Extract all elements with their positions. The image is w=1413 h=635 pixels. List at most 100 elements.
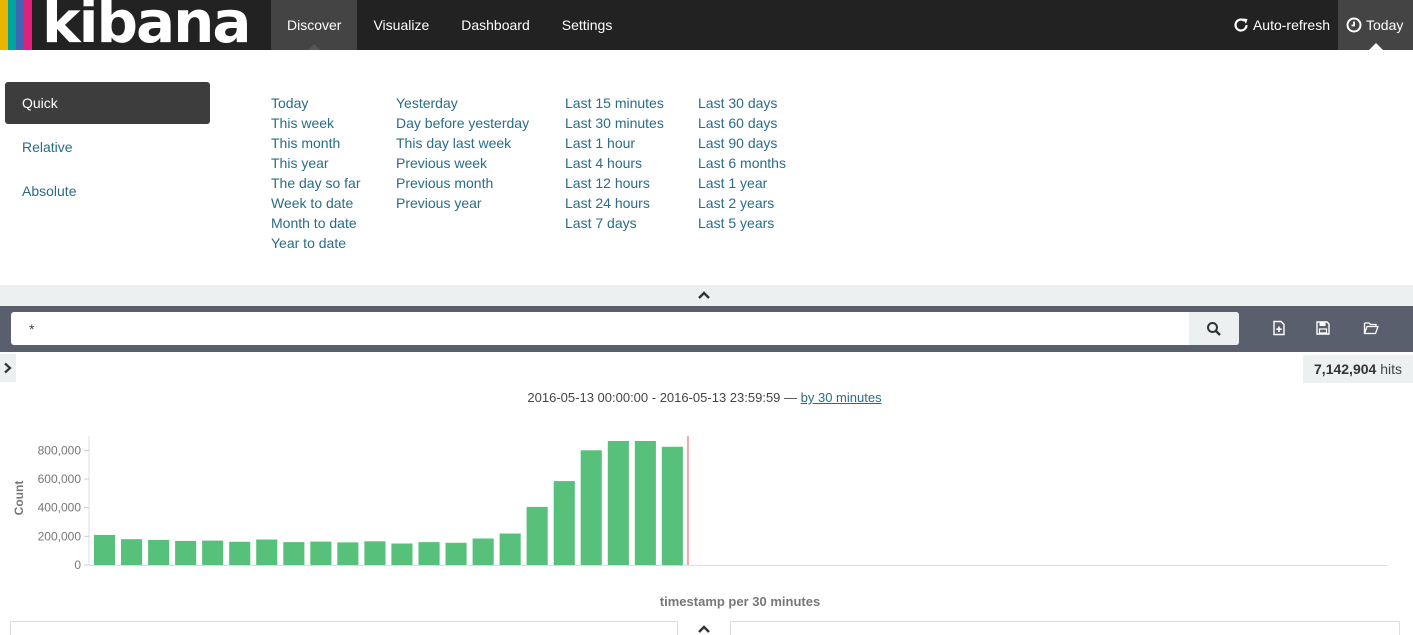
- quick-range-link[interactable]: Day before yesterday: [396, 113, 529, 133]
- quick-range-link[interactable]: Today: [271, 93, 361, 113]
- search-button[interactable]: [1189, 312, 1239, 345]
- chevron-up-icon[interactable]: [697, 623, 711, 633]
- quick-column-4: Last 30 days Last 60 days Last 90 days Last…: [698, 93, 786, 233]
- tab-dashboard[interactable]: Dashboard: [445, 0, 546, 50]
- histogram-bar[interactable]: [553, 481, 575, 565]
- time-picker-panel: Quick Relative Absolute Today This week This…: [0, 50, 1413, 285]
- save-search-icon[interactable]: [1315, 320, 1331, 336]
- quick-column-2: Yesterday Day before yesterday This day la…: [396, 93, 529, 213]
- search-icon: [1207, 321, 1221, 336]
- histogram-bar[interactable]: [310, 541, 332, 565]
- tab-visualize[interactable]: Visualize: [357, 0, 445, 50]
- chart-bars: [94, 436, 689, 566]
- logo-color-bars: [0, 0, 32, 50]
- quick-range-link[interactable]: Previous year: [396, 193, 529, 213]
- interval-link[interactable]: by 30 minutes: [801, 390, 882, 405]
- quick-range-link[interactable]: This day last week: [396, 133, 529, 153]
- histogram-bar[interactable]: [391, 543, 413, 566]
- x-axis-label: timestamp per 30 minutes: [660, 594, 820, 609]
- logo-bar: [0, 0, 8, 50]
- logo-bar: [24, 0, 32, 50]
- search-input[interactable]: [11, 312, 1189, 345]
- histogram-bar[interactable]: [175, 540, 197, 565]
- new-search-icon[interactable]: [1271, 320, 1287, 336]
- quick-range-link[interactable]: Last 5 years: [698, 213, 786, 233]
- histogram-bar[interactable]: [634, 441, 656, 565]
- quick-range-link[interactable]: Week to date: [271, 193, 361, 213]
- search-input-wrapper: [11, 312, 1239, 345]
- nav-right: Auto-refresh Today: [1225, 0, 1413, 50]
- quick-range-link[interactable]: The day so far: [271, 173, 361, 193]
- histogram-bar[interactable]: [661, 446, 683, 566]
- auto-refresh-button[interactable]: Auto-refresh: [1225, 0, 1338, 50]
- hits-label: hits: [1380, 361, 1402, 377]
- histogram-bar[interactable]: [364, 541, 386, 565]
- histogram-bar[interactable]: [337, 542, 359, 565]
- quick-range-link[interactable]: Previous month: [396, 173, 529, 193]
- quick-range-link[interactable]: Last 60 days: [698, 113, 786, 133]
- quick-column-3: Last 15 minutes Last 30 minutes Last 1 hou…: [565, 93, 664, 233]
- hits-counter: 7,142,904 hits: [1303, 355, 1413, 383]
- quick-range-link[interactable]: This month: [271, 133, 361, 153]
- histogram-bar[interactable]: [607, 441, 629, 565]
- quick-range-link[interactable]: Last 30 minutes: [565, 113, 664, 133]
- histogram-bar[interactable]: [283, 542, 305, 565]
- y-tick-label: 200,000: [38, 529, 82, 543]
- quick-range-link[interactable]: Last 24 hours: [565, 193, 664, 213]
- timepicker-mode-absolute[interactable]: Absolute: [5, 170, 210, 212]
- histogram-bar[interactable]: [229, 541, 251, 565]
- y-tick-label: 800,000: [38, 443, 82, 457]
- y-tick-label: 600,000: [38, 472, 82, 486]
- top-navbar: kibana Discover Visualize Dashboard Setting…: [0, 0, 1413, 56]
- quick-range-link[interactable]: Last 12 hours: [565, 173, 664, 193]
- time-picker-label: Today: [1366, 17, 1404, 33]
- clock-icon: [1346, 17, 1362, 33]
- time-picker-button[interactable]: Today: [1338, 0, 1413, 50]
- timepicker-mode-relative[interactable]: Relative: [5, 126, 210, 168]
- histogram-bar[interactable]: [499, 533, 521, 566]
- quick-range-link[interactable]: Last 1 year: [698, 173, 786, 193]
- sidebar-toggle[interactable]: [0, 354, 16, 382]
- quick-range-link[interactable]: Last 15 minutes: [565, 93, 664, 113]
- histogram-bar[interactable]: [418, 542, 440, 565]
- hits-count: 7,142,904: [1314, 361, 1377, 377]
- quick-range-link[interactable]: This year: [271, 153, 361, 173]
- histogram-bar[interactable]: [580, 450, 602, 565]
- quick-range-link[interactable]: Last 30 days: [698, 93, 786, 113]
- histogram-bar[interactable]: [121, 539, 143, 565]
- auto-refresh-label: Auto-refresh: [1252, 17, 1330, 33]
- open-search-icon[interactable]: [1363, 320, 1379, 336]
- time-range-text: 2016-05-13 00:00:00 - 2016-05-13 23:59:5…: [527, 390, 798, 405]
- y-axis-label: Count: [12, 481, 26, 516]
- quick-range-link[interactable]: Month to date: [271, 213, 361, 233]
- kibana-logo[interactable]: kibana: [0, 0, 270, 56]
- quick-range-link[interactable]: Last 6 months: [698, 153, 786, 173]
- quick-range-link[interactable]: Year to date: [271, 233, 361, 253]
- histogram-bar[interactable]: [202, 540, 224, 565]
- histogram-bar[interactable]: [472, 538, 494, 566]
- quick-range-link[interactable]: Last 4 hours: [565, 153, 664, 173]
- quick-range-link[interactable]: Last 7 days: [565, 213, 664, 233]
- nav-tabs: Discover Visualize Dashboard Settings: [271, 0, 628, 50]
- timepicker-mode-quick[interactable]: Quick: [5, 82, 210, 124]
- histogram-chart: Count timestamp per 30 minutes 0 200,000 4…: [12, 436, 1387, 609]
- logo-bar: [16, 0, 24, 50]
- quick-range-link[interactable]: Previous week: [396, 153, 529, 173]
- tab-discover[interactable]: Discover: [271, 0, 358, 50]
- quick-range-link[interactable]: This week: [271, 113, 361, 133]
- tab-settings[interactable]: Settings: [546, 0, 629, 50]
- quick-range-link[interactable]: Yesterday: [396, 93, 529, 113]
- time-picker-modes: Quick Relative Absolute: [5, 82, 210, 214]
- quick-range-link[interactable]: Last 2 years: [698, 193, 786, 213]
- quick-range-link[interactable]: Last 90 days: [698, 133, 786, 153]
- quick-range-link[interactable]: Last 1 hour: [565, 133, 664, 153]
- refresh-icon: [1234, 18, 1248, 32]
- histogram-bar[interactable]: [94, 534, 116, 565]
- histogram-bar[interactable]: [256, 539, 278, 566]
- histogram-bar[interactable]: [445, 542, 467, 565]
- time-range-summary: 2016-05-13 00:00:00 - 2016-05-13 23:59:5…: [0, 390, 1409, 405]
- time-picker-collapse-bar[interactable]: [0, 285, 1413, 306]
- chevron-up-icon[interactable]: [697, 288, 711, 302]
- histogram-bar[interactable]: [526, 506, 548, 565]
- histogram-bar[interactable]: [148, 539, 170, 565]
